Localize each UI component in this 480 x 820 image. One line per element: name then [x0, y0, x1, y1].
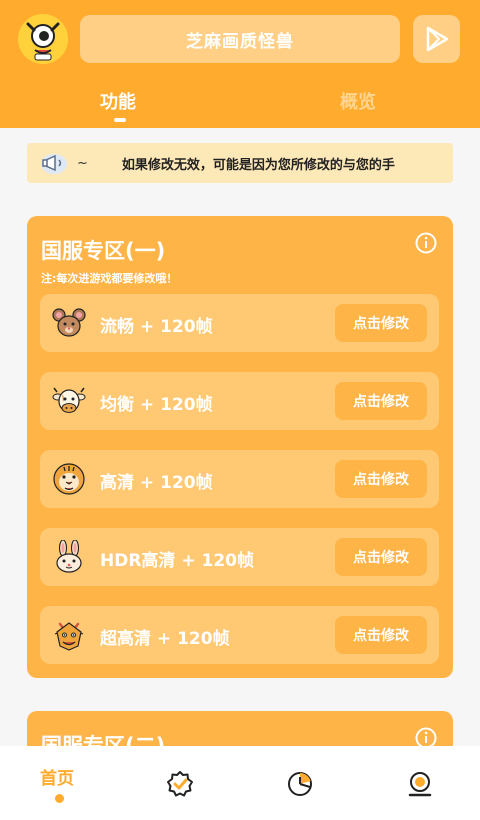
mouse-face-icon: [52, 308, 86, 337]
notice-text: 如果修改无效，可能是因为您所修改的与您的手: [121, 157, 395, 173]
row-label: 均衡 + 120帧: [100, 395, 213, 415]
notice-tilde: ~: [77, 155, 88, 171]
monster-face-icon[interactable]: [18, 14, 68, 64]
modify-button[interactable]: 点击修改: [335, 538, 427, 576]
pie-chart-icon[interactable]: [286, 770, 314, 798]
list-item: 流畅 + 120帧 点击修改: [40, 294, 439, 352]
list-item: 高清 + 120帧 点击修改: [40, 450, 439, 508]
dragon-face-icon: [54, 622, 84, 651]
info-icon[interactable]: [415, 232, 437, 254]
row-label: HDR高清 + 120帧: [100, 551, 254, 571]
cow-face-icon: [52, 387, 86, 413]
section-card-1: 国服专区(一) 注:每次进游戏都要修改哦！ 流畅 + 120帧 点击修改 均衡 …: [27, 216, 453, 678]
tiger-face-icon: [53, 463, 85, 495]
nav-active-dot: [55, 794, 64, 803]
play-store-button[interactable]: [413, 15, 460, 63]
section-note: 注:每次进游戏都要修改哦！: [41, 272, 178, 285]
row-label: 高清 + 120帧: [100, 473, 213, 493]
nav-home[interactable]: 首页: [40, 764, 74, 789]
tab-functions[interactable]: 功能: [100, 88, 136, 114]
modify-button[interactable]: 点击修改: [335, 304, 427, 342]
active-tab-indicator: [114, 118, 126, 122]
modify-button[interactable]: 点击修改: [335, 382, 427, 420]
app-header: 芝麻画质怪兽 功能 概览: [0, 0, 480, 128]
megaphone-icon: [41, 154, 67, 174]
list-item: 均衡 + 120帧 点击修改: [40, 372, 439, 430]
profile-icon[interactable]: [406, 770, 434, 798]
list-item: 超高清 + 120帧 点击修改: [40, 606, 439, 664]
modify-button[interactable]: 点击修改: [335, 616, 427, 654]
list-item: HDR高清 + 120帧 点击修改: [40, 528, 439, 586]
bottom-nav: 首页: [0, 746, 480, 820]
rabbit-face-icon: [56, 540, 82, 573]
app-title: 芝麻画质怪兽: [80, 15, 400, 63]
tab-overview[interactable]: 概览: [340, 88, 376, 114]
modify-button[interactable]: 点击修改: [335, 460, 427, 498]
section-title: 国服专区(一): [41, 239, 166, 263]
notice-bar: ~ 如果修改无效，可能是因为您所修改的与您的手: [27, 143, 453, 183]
row-label: 流畅 + 120帧: [100, 317, 213, 337]
badge-check-icon[interactable]: [166, 770, 194, 798]
play-store-icon: [426, 26, 448, 52]
row-label: 超高清 + 120帧: [100, 629, 230, 649]
